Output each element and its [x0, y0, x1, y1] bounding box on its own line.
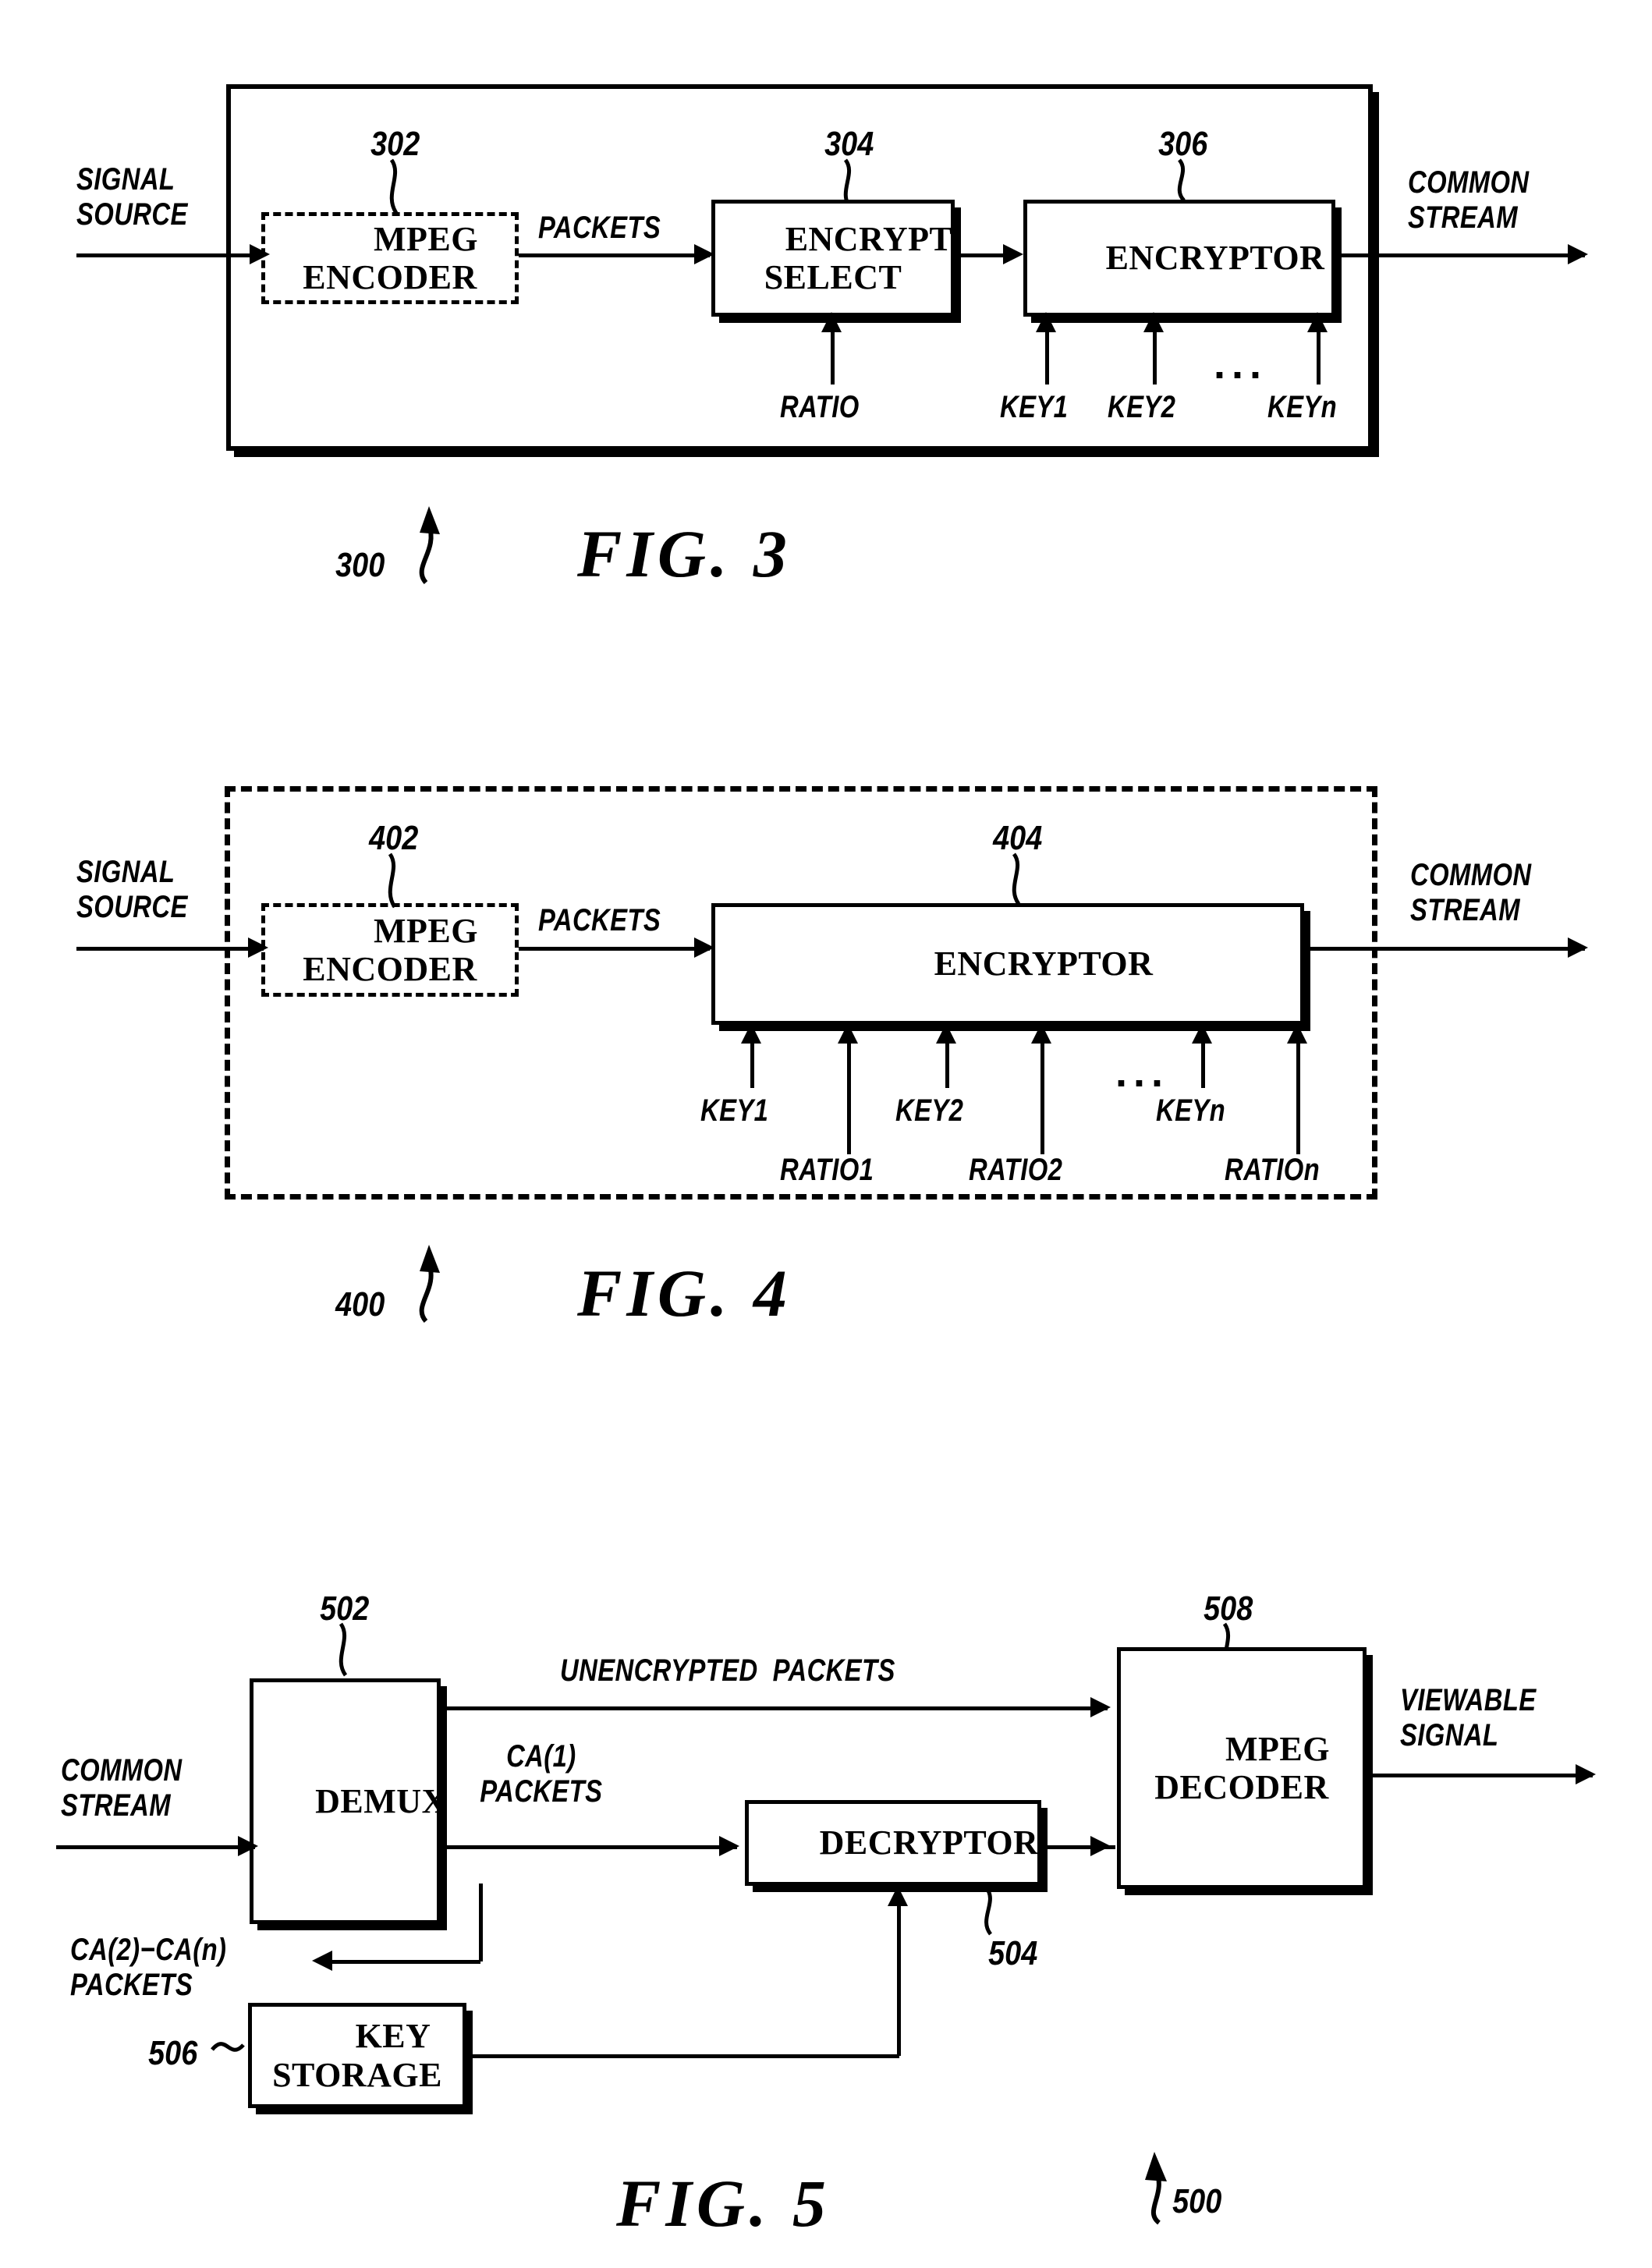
fig4-key1-arrowhead: [741, 1023, 761, 1044]
fig3-output-line: [1335, 253, 1585, 257]
fig5-leader-502: [339, 1622, 348, 1677]
fig5-input-line: [56, 1845, 255, 1849]
fig5-block-decryptor-label: DECRYPTOR: [819, 1823, 1039, 1862]
fig4-ref-400: 400: [335, 1285, 385, 1324]
fig5-output-arrowhead: [1576, 1764, 1596, 1784]
fig4-ellipsis: ...: [1115, 1049, 1170, 1096]
fig5-decryptor-to-decoder-arrowhead: [1090, 1836, 1111, 1856]
fig4-leader-400: [419, 1245, 440, 1324]
patent-drawing-sheet: SIGNAL SOURCE 302 MPEG ENCODER PACKETS 304…: [0, 0, 1652, 2268]
fig4-ratio1-label: RATIO1: [780, 1153, 874, 1187]
fig5-ref-502: 502: [320, 1589, 370, 1628]
fig3-block-mpeg-encoder-label: MPEG ENCODER: [303, 219, 478, 296]
fig5-block-mpeg-decoder-label: MPEG DECODER: [1154, 1729, 1330, 1806]
fig4-output-line: [1304, 947, 1585, 951]
fig4-packets-line: [519, 947, 710, 951]
fig4-ratio1-arrowhead: [838, 1023, 858, 1044]
fig4-block-encryptor: ENCRYPTOR: [711, 903, 1304, 1025]
fig5-ca1-packets-label: CA(1) PACKETS: [480, 1739, 603, 1809]
fig4-output-arrowhead: [1568, 937, 1588, 958]
fig5-block-demux: DEMUX: [250, 1678, 446, 1924]
fig3-ratio-arrowhead: [821, 312, 842, 332]
fig3-ref-306: 306: [1158, 125, 1208, 163]
fig5-ca2n-vertical-line: [479, 1884, 483, 1961]
fig5-common-stream-label: COMMON STREAM: [61, 1753, 183, 1823]
fig4-leader-404: [1012, 852, 1021, 905]
fig5-unencrypted-packets-line: [441, 1706, 1108, 1710]
fig4-block-mpeg-encoder: MPEG ENCODER: [261, 903, 519, 997]
fig4-signal-source-label: SIGNAL SOURCE: [76, 855, 188, 924]
fig3-leader-300: [419, 506, 440, 585]
fig3-ref-304: 304: [824, 125, 874, 163]
fig3-ratio-label: RATIO: [780, 390, 860, 424]
fig5-unencrypted-packets-arrowhead: [1090, 1697, 1111, 1717]
fig4-key2-arrowhead: [936, 1023, 956, 1044]
fig3-key1-label: KEY1: [1000, 390, 1069, 424]
fig5-ca2n-horizontal-line: [328, 1960, 480, 1964]
fig5-unencrypted-packets-label: UNENCRYPTED PACKETS: [560, 1653, 895, 1688]
fig5-ref-500: 500: [1172, 2182, 1222, 2220]
fig5-viewable-signal-label: VIEWABLE SIGNAL: [1400, 1683, 1537, 1752]
fig4-ration-arrowhead: [1287, 1023, 1307, 1044]
fig3-common-stream-label: COMMON STREAM: [1408, 165, 1530, 235]
fig3-block-encryptor: ENCRYPTOR: [1023, 200, 1335, 317]
fig3-keyn-label: KEYn: [1267, 390, 1338, 424]
fig5-block-mpeg-decoder: MPEG DECODER: [1117, 1647, 1367, 1889]
fig4-ratio1-line: [847, 1029, 851, 1154]
fig3-caption: FIG. 3: [577, 516, 792, 591]
fig5-block-demux-label: DEMUX: [315, 1781, 447, 1820]
fig3-input-line: [76, 253, 264, 257]
fig5-input-arrowhead: [238, 1836, 258, 1856]
fig3-select-to-encryptor-arrowhead: [1003, 244, 1023, 264]
fig5-ref-508: 508: [1204, 1589, 1253, 1628]
fig5-key-to-decryptor-vertical: [897, 1906, 901, 2056]
fig3-block-encryptor-label: ENCRYPTOR: [1105, 239, 1325, 278]
fig4-ref-404: 404: [993, 819, 1043, 857]
fig4-keyn-arrowhead: [1192, 1023, 1212, 1044]
fig5-block-key-storage: KEY STORAGE: [248, 2003, 466, 2108]
fig4-ratio2-label: RATIO2: [969, 1153, 1063, 1187]
fig5-key-to-decryptor-arrowhead: [888, 1886, 908, 1906]
fig3-block-encrypt-select: ENCRYPT SELECT: [711, 200, 955, 317]
fig4-block-encryptor-label: ENCRYPTOR: [934, 944, 1154, 983]
fig4-caption: FIG. 4: [577, 1256, 792, 1331]
fig3-signal-source-label: SIGNAL SOURCE: [76, 162, 188, 232]
fig3-packets-label: PACKETS: [538, 211, 661, 245]
fig5-key-storage-line: [466, 2054, 899, 2058]
fig5-ca1-packets-line: [441, 1845, 737, 1849]
fig4-ratio2-line: [1040, 1029, 1044, 1154]
fig3-ref-302: 302: [370, 125, 420, 163]
fig5-ca2n-packets-label: CA(2)−CA(n) PACKETS: [70, 1933, 227, 2002]
fig3-key2-label: KEY2: [1108, 390, 1176, 424]
fig3-keyn-arrowhead: [1307, 312, 1328, 332]
fig4-ref-402: 402: [369, 819, 419, 857]
fig3-block-mpeg-encoder: MPEG ENCODER: [261, 212, 519, 304]
fig4-common-stream-label: COMMON STREAM: [1410, 858, 1532, 927]
fig4-keyn-label: KEYn: [1156, 1093, 1226, 1128]
fig4-block-mpeg-encoder-label: MPEG ENCODER: [303, 911, 478, 988]
fig5-block-decryptor: DECRYPTOR: [745, 1800, 1041, 1886]
fig4-key1-label: KEY1: [700, 1093, 769, 1128]
fig5-ca1-packets-arrowhead: [719, 1836, 739, 1856]
fig4-ratio2-arrowhead: [1031, 1023, 1051, 1044]
fig4-ration-line: [1296, 1029, 1300, 1154]
fig5-block-key-storage-label: KEY STORAGE: [272, 2017, 442, 2094]
fig4-ration-label: RATIOn: [1225, 1153, 1321, 1187]
fig5-ref-504: 504: [988, 1934, 1038, 1972]
fig5-ca2n-arrowhead: [312, 1951, 332, 1971]
fig5-ref-506: 506: [148, 2034, 198, 2072]
fig4-key2-label: KEY2: [895, 1093, 964, 1128]
fig5-output-line: [1367, 1774, 1593, 1777]
fig3-key2-arrowhead: [1143, 312, 1164, 332]
fig3-ellipsis: ...: [1214, 341, 1268, 388]
fig4-packets-label: PACKETS: [538, 903, 661, 937]
fig4-input-line: [76, 947, 264, 951]
fig5-caption: FIG. 5: [616, 2166, 831, 2241]
fig3-packets-line: [519, 253, 710, 257]
fig3-key1-arrowhead: [1036, 312, 1056, 332]
fig3-ref-300: 300: [335, 546, 385, 584]
fig3-output-arrowhead: [1568, 244, 1588, 264]
